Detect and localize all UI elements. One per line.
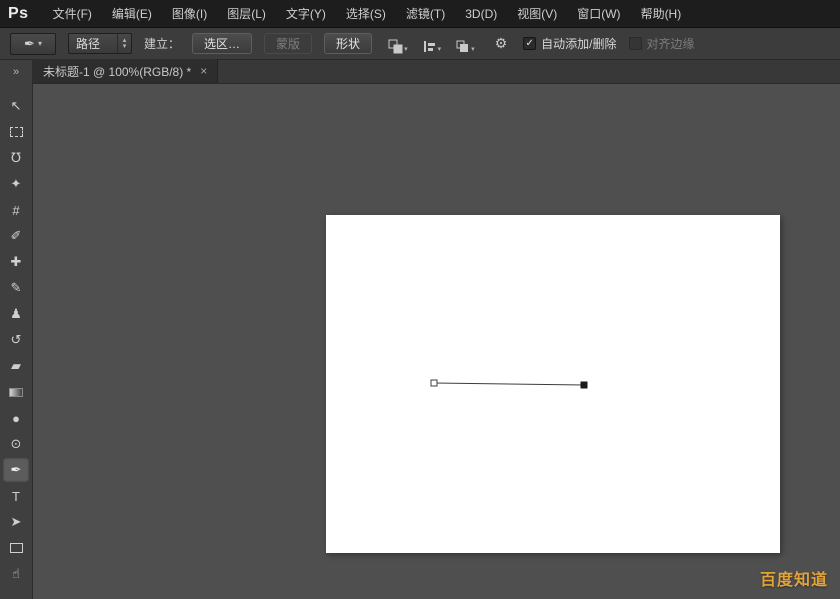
path-alignment-icon: [422, 39, 437, 54]
document-tab[interactable]: 未标题-1 @ 100%(RGB/8) * ×: [33, 59, 218, 83]
align-edges-checkbox: [629, 37, 642, 50]
blur-tool[interactable]: ●: [3, 406, 29, 430]
menu-item[interactable]: 图层(L): [217, 0, 276, 27]
make-label: 建立：: [144, 35, 180, 52]
watermark: 百度知道: [760, 566, 828, 590]
menu-item[interactable]: 文件(F): [43, 0, 102, 27]
photoshop-window: Ps 文件(F)编辑(E)图像(I)图层(L)文字(Y)选择(S)滤镜(T)3D…: [0, 0, 840, 599]
menu-item[interactable]: 3D(D): [455, 0, 507, 27]
dodge-tool[interactable]: ⊙: [3, 432, 29, 456]
tools-panel: » ↖ ℧ ✦ # ✐ ✚ ✎ ♟ ↺ ▰ ● ⊙ ✒ T ➤ ☝: [0, 60, 33, 599]
toolbar-expand-button[interactable]: »: [0, 64, 32, 82]
auto-add-delete-option[interactable]: ✓ 自动添加/删除: [523, 35, 616, 52]
rectangle-tool-icon: [10, 543, 23, 553]
dodge-tool-icon: ⊙: [11, 436, 22, 452]
clone-stamp-tool[interactable]: ♟: [3, 302, 29, 326]
chevron-down-icon: ▾: [38, 39, 42, 48]
path-alignment-button[interactable]: ▾: [418, 33, 446, 54]
app-logo: Ps: [8, 5, 29, 23]
hand-tool-icon: ☝: [12, 566, 20, 582]
tool-mode-select[interactable]: 路径 ▴▾: [68, 33, 132, 54]
close-icon[interactable]: ×: [200, 64, 207, 78]
chevron-down-icon: ▾: [438, 45, 442, 53]
make-shape-button[interactable]: 形状: [324, 33, 372, 54]
pen-path: [326, 215, 780, 553]
spot-healing-brush-tool-icon: ✚: [11, 254, 22, 270]
eyedropper-tool[interactable]: ✐: [3, 224, 29, 248]
align-edges-label: 对齐边缘: [647, 35, 695, 52]
blur-tool-icon: ●: [12, 411, 20, 426]
history-brush-tool[interactable]: ↺: [3, 328, 29, 352]
pen-tool-icon: ✒: [11, 462, 22, 478]
menu-item[interactable]: 选择(S): [336, 0, 396, 27]
document-tab-bar: 未标题-1 @ 100%(RGB/8) * ×: [33, 60, 840, 84]
auto-add-delete-checkbox[interactable]: ✓: [523, 37, 536, 50]
quick-selection-tool[interactable]: ✦: [3, 172, 29, 196]
path-arrangement-icon: [455, 39, 470, 54]
rectangular-marquee-tool[interactable]: [3, 120, 29, 144]
document-tab-title: 未标题-1 @ 100%(RGB/8) *: [43, 63, 191, 80]
hand-tool[interactable]: ☝: [3, 562, 29, 586]
path-operations-button[interactable]: ▾: [384, 33, 412, 54]
menu-item[interactable]: 文字(Y): [276, 0, 336, 27]
path-anchor-end[interactable]: [581, 382, 587, 388]
path-operations-group: ▾ ▾ ▾: [384, 33, 479, 54]
move-tool-icon: ↖: [11, 98, 22, 114]
eyedropper-tool-icon: ✐: [11, 228, 22, 244]
pasteboard: 百度知道: [33, 84, 840, 599]
make-mask-button: 蒙版: [264, 33, 312, 54]
tool-preset-picker[interactable]: ✒ ▾: [10, 33, 56, 55]
path-arrangement-button[interactable]: ▾: [451, 33, 479, 54]
menu-item[interactable]: 图像(I): [162, 0, 217, 27]
rectangle-tool[interactable]: [3, 536, 29, 560]
menu-item[interactable]: 滤镜(T): [396, 0, 455, 27]
spot-healing-brush-tool[interactable]: ✚: [3, 250, 29, 274]
canvas-column: 未标题-1 @ 100%(RGB/8) * × 百度知道: [33, 60, 840, 599]
type-tool-icon: T: [12, 489, 20, 504]
workspace: » ↖ ℧ ✦ # ✐ ✚ ✎ ♟ ↺ ▰ ● ⊙ ✒ T ➤ ☝ 未标题-1 @ 100%(RGB/8) *…: [0, 60, 840, 599]
crop-tool-icon: #: [12, 203, 19, 218]
auto-add-delete-label: 自动添加/删除: [541, 35, 616, 52]
path-selection-tool-icon: ➤: [11, 514, 22, 530]
menu-item[interactable]: 视图(V): [507, 0, 567, 27]
spinner-icon[interactable]: ▴▾: [117, 34, 131, 53]
quick-selection-tool-icon: ✦: [11, 176, 22, 192]
chevron-down-icon: ▾: [404, 45, 408, 53]
clone-stamp-tool-icon: ♟: [10, 306, 22, 322]
menu-item[interactable]: 编辑(E): [102, 0, 162, 27]
align-edges-option: 对齐边缘: [629, 35, 695, 52]
path-selection-tool[interactable]: ➤: [3, 510, 29, 534]
history-brush-tool-icon: ↺: [11, 332, 22, 348]
eraser-tool[interactable]: ▰: [3, 354, 29, 378]
gradient-tool-icon: [9, 388, 23, 397]
menu-item[interactable]: 帮助(H): [631, 0, 692, 27]
tool-mode-value: 路径: [69, 35, 117, 52]
move-tool[interactable]: ↖: [3, 94, 29, 118]
path-operations-icon: [388, 39, 403, 54]
chevron-down-icon: ▾: [471, 45, 475, 53]
lasso-tool-icon: ℧: [11, 150, 21, 166]
brush-tool-icon: ✎: [11, 280, 22, 296]
rectangular-marquee-tool-icon: [10, 127, 23, 137]
pen-tool[interactable]: ✒: [3, 458, 29, 482]
options-bar: ✒ ▾ 路径 ▴▾ 建立： 选区… 蒙版 形状 ▾: [0, 28, 840, 60]
eraser-tool-icon: ▰: [11, 358, 21, 374]
lasso-tool[interactable]: ℧: [3, 146, 29, 170]
pen-tool-icon: ✒: [24, 36, 35, 52]
gear-icon[interactable]: ⚙: [491, 35, 512, 52]
brush-tool[interactable]: ✎: [3, 276, 29, 300]
make-selection-button[interactable]: 选区…: [192, 33, 252, 54]
path-anchor-start[interactable]: [431, 380, 437, 386]
document-canvas[interactable]: [326, 215, 780, 553]
gradient-tool[interactable]: [3, 380, 29, 404]
menu-item[interactable]: 窗口(W): [567, 0, 630, 27]
crop-tool[interactable]: #: [3, 198, 29, 222]
type-tool[interactable]: T: [3, 484, 29, 508]
menu-bar: Ps 文件(F)编辑(E)图像(I)图层(L)文字(Y)选择(S)滤镜(T)3D…: [0, 0, 840, 28]
menu-items: 文件(F)编辑(E)图像(I)图层(L)文字(Y)选择(S)滤镜(T)3D(D)…: [43, 0, 692, 27]
